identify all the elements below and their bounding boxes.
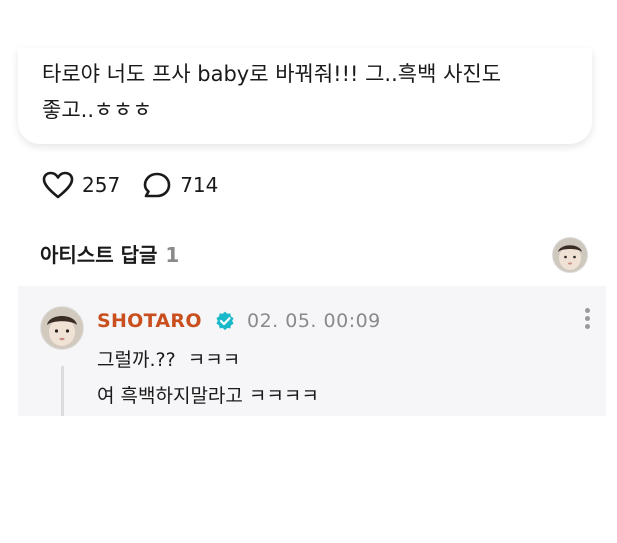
artist-replies-header: 아티스트 답글 1 xyxy=(40,239,179,268)
like-button[interactable]: 257 xyxy=(42,171,120,199)
reply-author-name[interactable]: SHOTARO xyxy=(97,310,202,332)
post-text-line-1: 타로야 너도 프사 baby로 바꿔줘!!! 그..흑백 사진도 xyxy=(42,62,502,86)
reply-text-line-1: 그럴까.?? ㅋㅋㅋ xyxy=(97,349,241,371)
verified-badge-icon xyxy=(216,311,234,331)
post-text: 타로야 너도 프사 baby로 바꿔줘!!! 그..흑백 사진도좋고..ㅎㅎㅎ xyxy=(42,56,582,128)
post-card: 타로야 너도 프사 baby로 바꿔줘!!! 그..흑백 사진도좋고..ㅎㅎㅎ xyxy=(18,48,592,144)
speech-bubble-outline-icon xyxy=(143,172,171,198)
artist-replies-count: 1 xyxy=(165,243,180,267)
reply-thread-line xyxy=(61,366,64,416)
reaction-bar: 257 714 xyxy=(42,170,240,200)
comment-count: 714 xyxy=(180,173,219,197)
artist-replies-title: 아티스트 답글 xyxy=(40,243,158,267)
artist-avatar-small[interactable] xyxy=(552,237,588,273)
reply-text-line-2: 여 흑백하지말라고 ㅋㅋㅋㅋ xyxy=(97,385,319,407)
baby-photo-avatar xyxy=(41,307,83,349)
more-options-icon[interactable] xyxy=(580,306,594,334)
artist-reply: SHOTARO 02. 05. 00:09 그럴까.?? ㅋㅋㅋ 여 흑백하지말… xyxy=(18,286,606,416)
reply-date: 02. 05. 00:09 xyxy=(247,310,381,332)
baby-photo-avatar xyxy=(553,238,587,272)
post-text-line-2: 좋고..ㅎㅎㅎ xyxy=(42,98,152,122)
comment-button[interactable]: 714 xyxy=(142,171,218,199)
reply-author-avatar[interactable] xyxy=(40,306,84,350)
heart-outline-icon xyxy=(42,171,74,199)
reply-text: 그럴까.?? ㅋㅋㅋ 여 흑백하지말라고 ㅋㅋㅋㅋ xyxy=(97,342,319,414)
like-count: 257 xyxy=(82,173,121,197)
